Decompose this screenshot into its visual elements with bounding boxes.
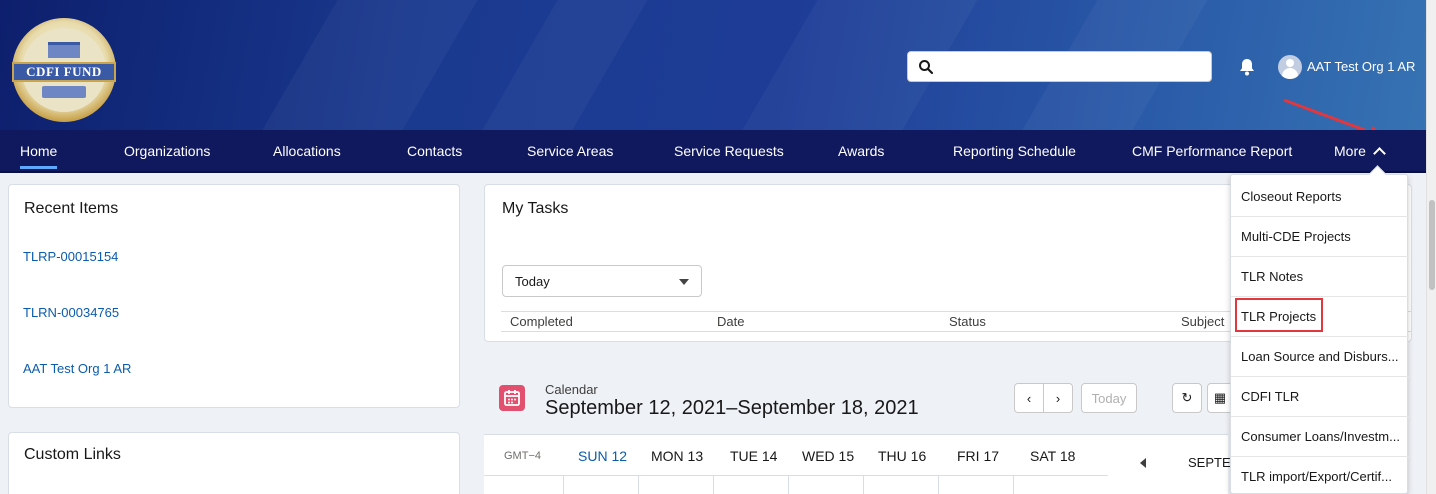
menu-item-cdfi-tlr[interactable]: CDFI TLR xyxy=(1231,377,1409,417)
column-header-completed[interactable]: Completed xyxy=(510,314,573,329)
logo-city xyxy=(42,86,86,98)
annotation-arrow xyxy=(1283,98,1377,130)
recent-item-link[interactable]: AAT Test Org 1 AR xyxy=(23,361,131,376)
avatar-head xyxy=(1286,59,1294,67)
nav-service-areas[interactable]: Service Areas xyxy=(527,130,613,173)
recent-items-title: Recent Items xyxy=(24,200,119,217)
recent-items-card: Recent Items TLRP-00015154 TLRN-00034765… xyxy=(8,184,460,408)
day-header-thu[interactable]: THU 16 xyxy=(878,448,926,464)
column-header-date[interactable]: Date xyxy=(717,314,744,329)
avatar-body xyxy=(1282,68,1298,79)
today-button[interactable]: Today xyxy=(1081,383,1137,413)
menu-item-consumer-loans[interactable]: Consumer Loans/Investm... xyxy=(1231,417,1409,457)
column-header-status[interactable]: Status xyxy=(949,314,986,329)
grid-line xyxy=(938,475,939,494)
nav-more-label: More xyxy=(1334,143,1366,159)
main-nav-bar: Home Organizations Allocations Contacts … xyxy=(0,130,1426,173)
logo-building xyxy=(48,42,80,58)
nav-allocations[interactable]: Allocations xyxy=(273,130,341,173)
banner-decoration xyxy=(262,0,478,130)
page-scrollbar[interactable] xyxy=(1426,0,1436,494)
caret-left-icon[interactable] xyxy=(1140,458,1146,468)
recent-item-link[interactable]: TLRP-00015154 xyxy=(23,249,118,264)
header-banner: CDFI FUND AAT Test Org 1 AR xyxy=(0,0,1426,130)
salesforce-page: CDFI FUND AAT Test Org 1 AR Home Organiz… xyxy=(0,0,1436,494)
nav-awards[interactable]: Awards xyxy=(838,130,884,173)
calendar-icon xyxy=(499,385,525,411)
custom-links-card: Custom Links xyxy=(8,432,460,494)
logo-seal: CDFI FUND xyxy=(12,28,116,112)
grid-line xyxy=(863,475,864,494)
menu-item-loan-source[interactable]: Loan Source and Disburs... xyxy=(1231,337,1409,377)
day-header-wed[interactable]: WED 15 xyxy=(802,448,854,464)
menu-item-closeout-reports[interactable]: Closeout Reports xyxy=(1231,177,1409,217)
caret-down-icon xyxy=(679,279,689,285)
previous-week-button[interactable]: ‹ xyxy=(1014,383,1044,413)
calendar-grid: GMT−4 SUN 12 MON 13 TUE 14 WED 15 THU 16… xyxy=(484,434,1108,494)
day-header-tue[interactable]: TUE 14 xyxy=(730,448,777,464)
user-avatar[interactable] xyxy=(1278,55,1302,79)
more-menu-dropdown: Closeout Reports Multi-CDE Projects TLR … xyxy=(1230,174,1409,494)
chevron-up-icon xyxy=(1373,147,1386,160)
day-header-mon[interactable]: MON 13 xyxy=(651,448,703,464)
calendar-time-row xyxy=(484,475,1108,494)
grid-line xyxy=(788,475,789,494)
menu-item-tlr-notes[interactable]: TLR Notes xyxy=(1231,257,1409,297)
menu-item-tlr-import-export[interactable]: TLR import/Export/Certif... xyxy=(1231,457,1409,494)
calendar-glyph xyxy=(504,390,520,406)
grid-line xyxy=(713,475,714,494)
mini-calendar-month: SEPTEI xyxy=(1188,455,1235,470)
chevron-left-icon: ‹ xyxy=(1026,390,1032,406)
tasks-filter-value: Today xyxy=(515,274,550,289)
nav-service-requests[interactable]: Service Requests xyxy=(674,130,784,173)
nav-cmf-performance-report[interactable]: CMF Performance Report xyxy=(1132,130,1292,173)
notification-bell-icon[interactable] xyxy=(1237,57,1257,77)
grid-line xyxy=(638,475,639,494)
global-search-input[interactable] xyxy=(907,51,1212,82)
search-icon xyxy=(919,60,934,75)
nav-reporting-schedule[interactable]: Reporting Schedule xyxy=(953,130,1076,173)
logo-text: CDFI FUND xyxy=(12,62,116,82)
nav-organizations[interactable]: Organizations xyxy=(124,130,210,173)
nav-home[interactable]: Home xyxy=(20,130,58,173)
highlight-box xyxy=(1235,298,1323,332)
grid-line xyxy=(563,475,564,494)
calendar-small-icon: ▦ xyxy=(1213,390,1227,405)
next-week-button[interactable]: › xyxy=(1043,383,1073,413)
mini-calendar-pane: SEPTEI xyxy=(1108,434,1234,494)
day-header-sat[interactable]: SAT 18 xyxy=(1030,448,1075,464)
day-header-sun[interactable]: SUN 12 xyxy=(578,448,627,464)
menu-item-multi-cde-projects[interactable]: Multi-CDE Projects xyxy=(1231,217,1409,257)
cdfi-fund-logo[interactable]: CDFI FUND xyxy=(12,18,116,122)
column-header-subject[interactable]: Subject xyxy=(1181,314,1224,329)
day-header-fri[interactable]: FRI 17 xyxy=(957,448,999,464)
chevron-right-icon: › xyxy=(1055,390,1061,406)
my-tasks-title: My Tasks xyxy=(502,200,569,217)
refresh-icon: ↻ xyxy=(1181,390,1193,405)
banner-decoration xyxy=(482,0,648,130)
user-name[interactable]: AAT Test Org 1 AR xyxy=(1307,59,1415,74)
calendar-label: Calendar xyxy=(545,382,598,397)
scrollbar-thumb[interactable] xyxy=(1429,200,1435,290)
timezone-label: GMT−4 xyxy=(504,450,541,462)
tasks-filter-select[interactable]: Today xyxy=(502,265,702,297)
recent-item-link[interactable]: TLRN-00034765 xyxy=(23,305,119,320)
calendar-date-range: September 12, 2021–September 18, 2021 xyxy=(545,397,919,419)
custom-links-title: Custom Links xyxy=(24,446,121,463)
grid-line xyxy=(1013,475,1014,494)
refresh-button[interactable]: ↻ xyxy=(1172,383,1202,413)
nav-contacts[interactable]: Contacts xyxy=(407,130,462,173)
